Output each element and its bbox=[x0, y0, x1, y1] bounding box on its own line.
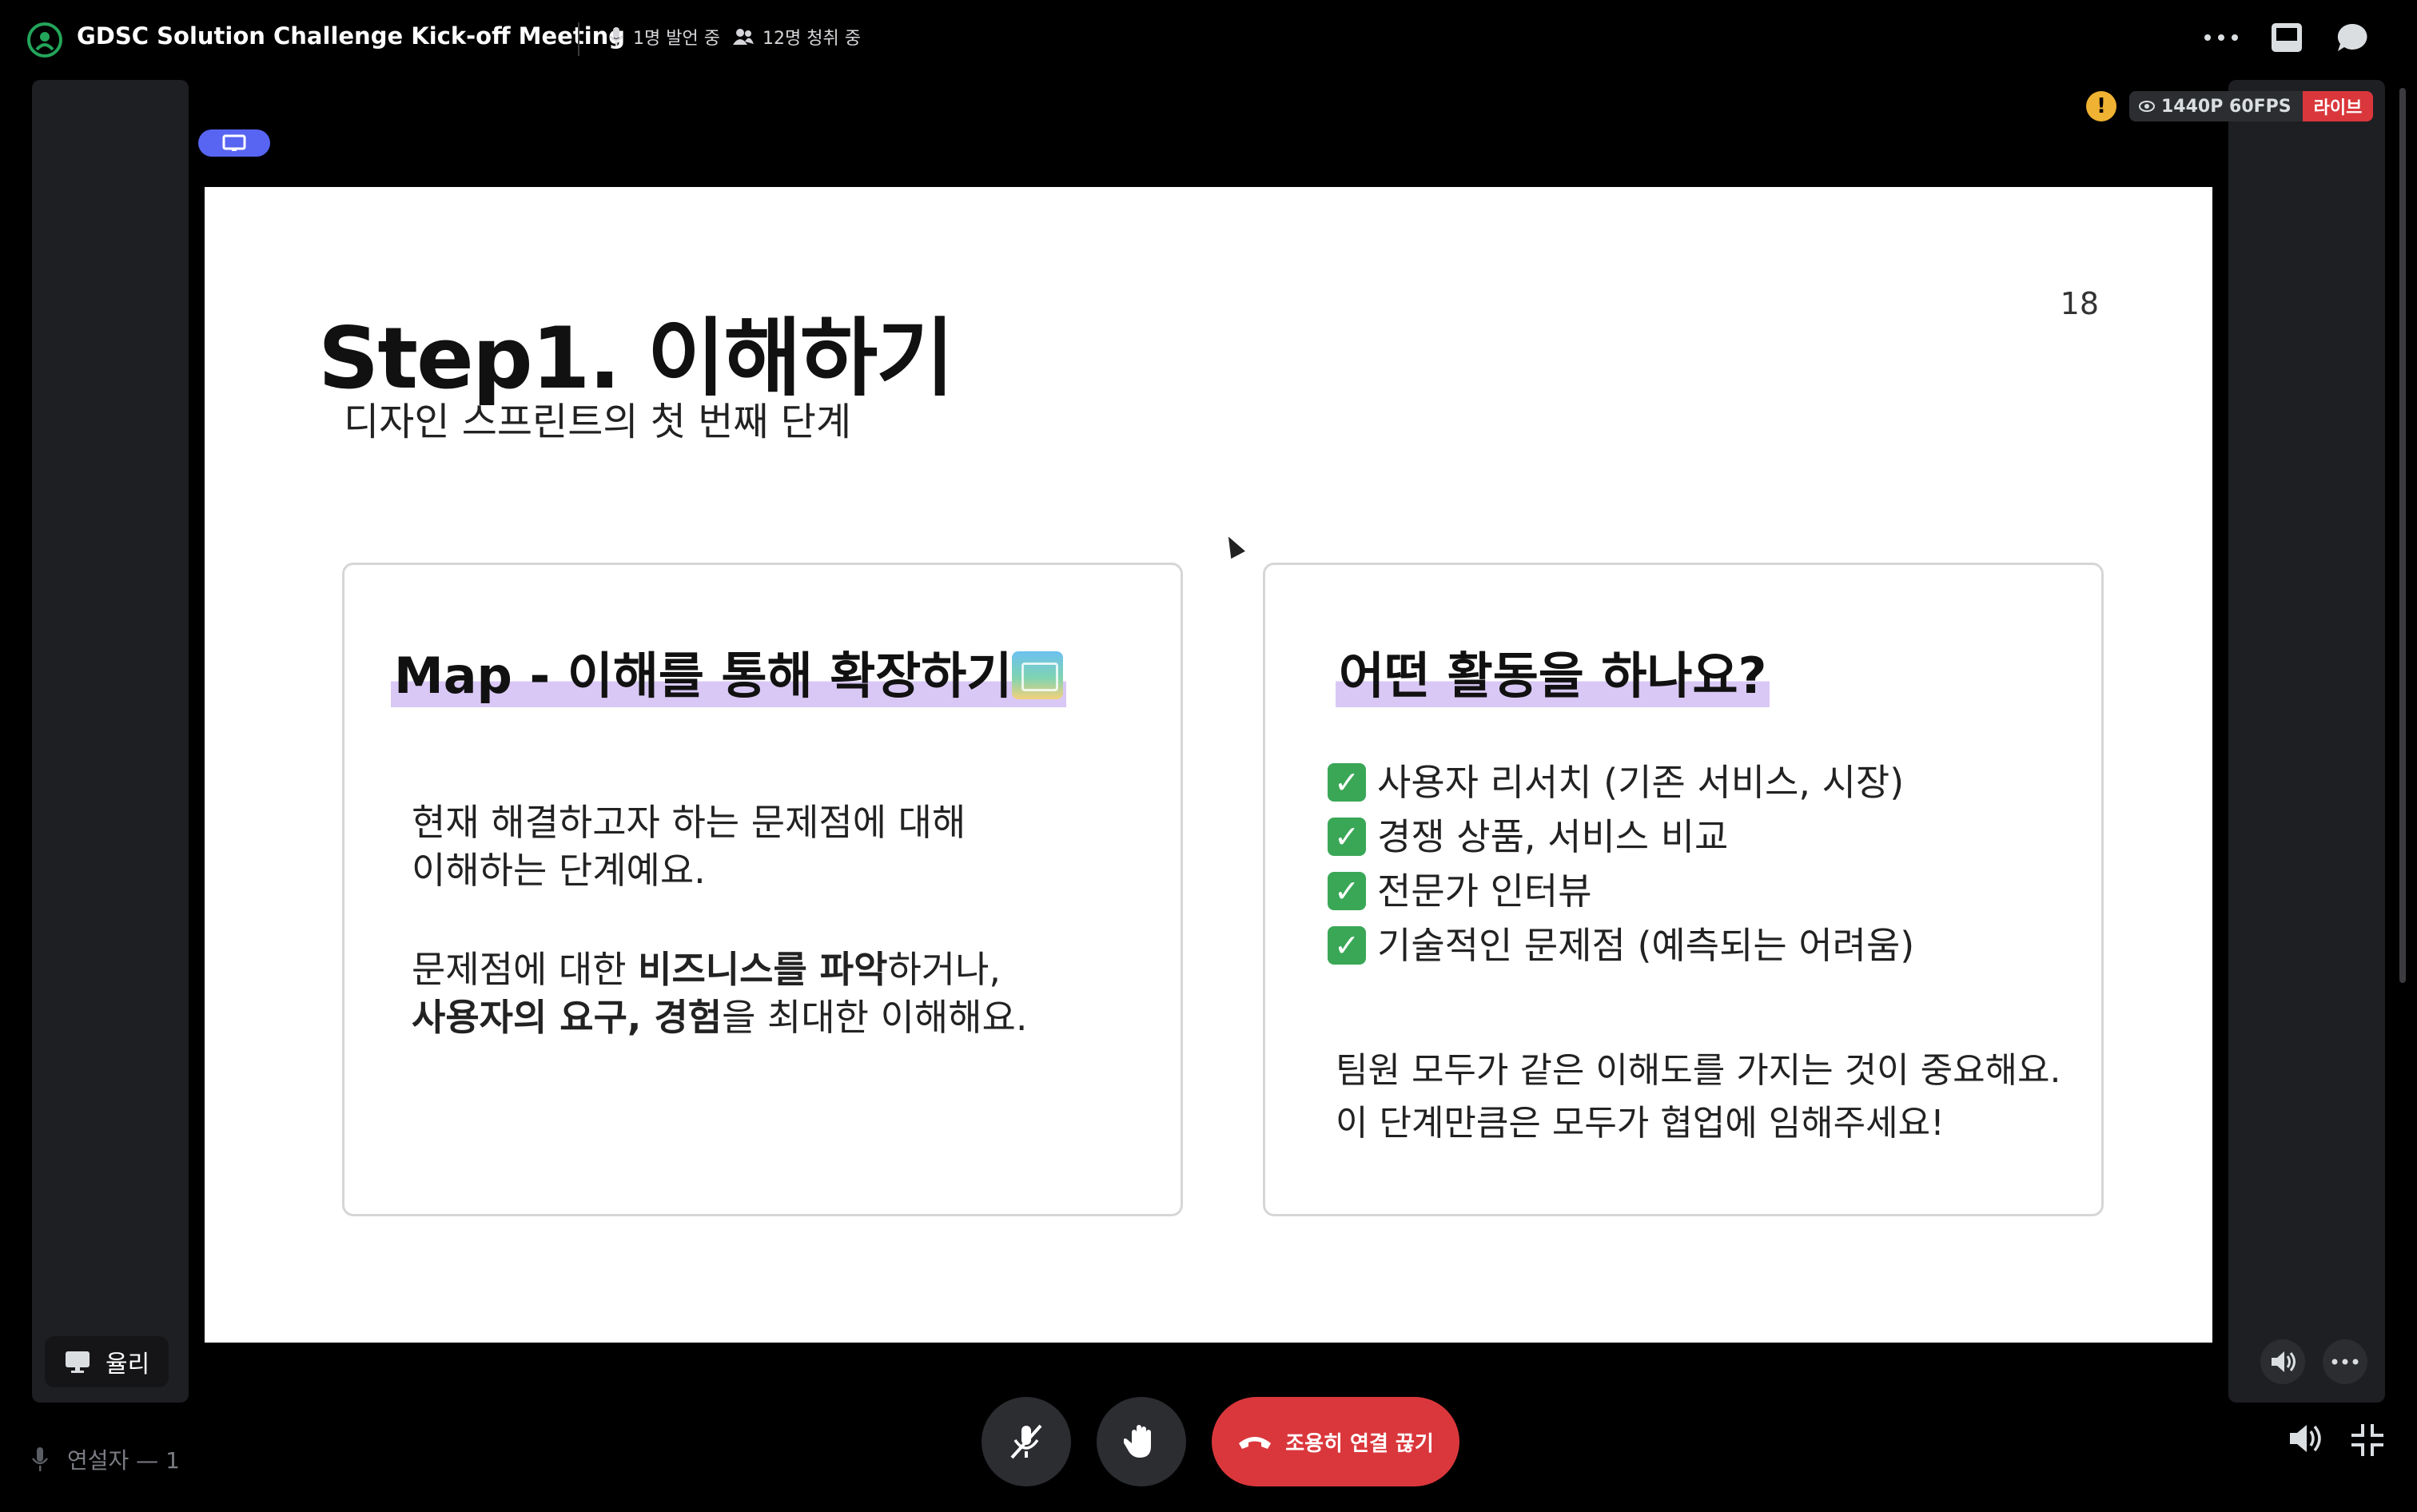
screen-share-icon bbox=[222, 134, 246, 151]
top-bar: GDSC Solution Challenge Kick-off Meeting… bbox=[0, 0, 2417, 77]
check-mark-icon: ✓ bbox=[1328, 763, 1366, 802]
listener-count-label: 12명 청취 중 bbox=[763, 29, 861, 49]
leave-quietly-button[interactable]: 조용히 연결 끊기 bbox=[1212, 1397, 1459, 1486]
mic-icon bbox=[32, 1447, 48, 1471]
leave-quietly-label: 조용히 연결 끊기 bbox=[1285, 1431, 1434, 1456]
exit-fullscreen-icon[interactable] bbox=[2350, 1422, 2385, 1458]
activities-card: 어떤 활동을 하나요? ✓ 사용자 리서치 (기존 서비스, 시장) ✓ 경쟁 상품… bbox=[1263, 563, 2104, 1216]
checklist-item-text: 전문가 인터뷰 bbox=[1377, 869, 1592, 913]
checklist-item: ✓ 기술적인 문제점 (예측되는 어려움) bbox=[1328, 918, 1914, 973]
checklist-item: ✓ 경쟁 상품, 서비스 비교 bbox=[1328, 810, 1914, 864]
mic-icon bbox=[609, 27, 623, 46]
checklist-item-text: 기술적인 문제점 (예측되는 어려움) bbox=[1377, 924, 1915, 967]
mouse-cursor-icon bbox=[1221, 532, 1245, 559]
speakers-label: 연설자 — 1 bbox=[67, 1447, 180, 1474]
volume-icon bbox=[2272, 1351, 2296, 1372]
speaker-count-label: 1명 발언 중 bbox=[633, 29, 720, 49]
p2-text-a: 문제점에 대한 bbox=[412, 948, 639, 991]
activities-note: 팀원 모두가 같은 이해도를 가지는 것이 중요해요. 이 단계만큼은 모두가 … bbox=[1336, 1044, 2061, 1150]
p2-bold-user: 사용자의 요구, 경험 bbox=[412, 996, 723, 1039]
topbar-divider bbox=[578, 22, 579, 56]
channel-title: GDSC Solution Challenge Kick-off Meeting bbox=[77, 22, 626, 50]
p2-text-c: 하거나, bbox=[887, 948, 1001, 991]
inbox-icon[interactable] bbox=[2268, 19, 2305, 56]
map-card: Map - 이해를 통해 확장하기 현재 해결하고자 하는 문제점에 대해 이해… bbox=[342, 563, 1183, 1216]
chat-icon[interactable] bbox=[2334, 19, 2371, 56]
map-card-heading-text: Map - 이해를 통해 확장하기 bbox=[394, 647, 1013, 705]
warning-icon[interactable]: ! bbox=[2086, 91, 2116, 121]
map-card-paragraph-2: 문제점에 대한 비즈니스를 파악하거나, 사용자의 요구, 경험을 최대한 이해… bbox=[412, 945, 1028, 1041]
listener-count: 12명 청취 중 bbox=[732, 24, 861, 50]
check-mark-icon: ✓ bbox=[1328, 872, 1366, 910]
more-icon bbox=[2331, 1359, 2359, 1365]
presenter-name: 율리 bbox=[106, 1351, 150, 1379]
map-card-p1-line1: 현재 해결하고자 하는 문제점에 대해 bbox=[412, 801, 966, 844]
quality-text: 1440P 60FPS bbox=[2161, 96, 2292, 117]
check-mark-icon: ✓ bbox=[1328, 818, 1366, 856]
eye-icon bbox=[2139, 101, 2155, 112]
quality-label: 1440P 60FPS bbox=[2129, 91, 2303, 121]
map-card-p2-line2: 사용자의 요구, 경험을 최대한 이해해요. bbox=[412, 993, 1028, 1041]
hang-up-icon bbox=[1239, 1437, 1272, 1449]
stream-volume-button[interactable] bbox=[2260, 1339, 2305, 1384]
participant-tile-left bbox=[32, 80, 189, 1403]
mute-toggle-button[interactable] bbox=[982, 1397, 1071, 1486]
raise-hand-button[interactable] bbox=[1097, 1397, 1186, 1486]
slide-page-number: 18 bbox=[2060, 286, 2099, 321]
check-mark-icon: ✓ bbox=[1328, 926, 1366, 965]
presenter-name-tag: 율리 bbox=[45, 1336, 169, 1387]
stream-quality-badge: 1440P 60FPS 라이브 bbox=[2129, 91, 2374, 121]
checklist-item-text: 경쟁 상품, 서비스 비교 bbox=[1377, 815, 1729, 858]
topbar-actions bbox=[2203, 19, 2371, 56]
stream-more-button[interactable] bbox=[2323, 1339, 2367, 1384]
presentation-slide: Step1. 이해하기 디자인 스프린트의 첫 번째 단계 18 Map - 이… bbox=[205, 187, 2212, 1343]
p2-bold-business: 비즈니스를 파악 bbox=[638, 948, 888, 991]
activities-note-line2: 이 단계만큼은 모두가 협업에 임해주세요! bbox=[1336, 1103, 1945, 1144]
volume-icon[interactable] bbox=[2288, 1422, 2323, 1454]
more-icon[interactable] bbox=[2203, 19, 2240, 56]
checklist-item: ✓ 전문가 인터뷰 bbox=[1328, 864, 1914, 918]
map-card-heading: Map - 이해를 통해 확장하기 bbox=[391, 635, 1067, 707]
map-card-p2-line1: 문제점에 대한 비즈니스를 파악하거나, bbox=[412, 945, 1028, 993]
checklist-item-text: 사용자 리서치 (기존 서비스, 시장) bbox=[1377, 761, 1905, 804]
hand-icon bbox=[1124, 1425, 1151, 1458]
speaker-count: 1명 발언 중 bbox=[607, 24, 720, 50]
activities-card-heading: 어떤 활동을 하나요? bbox=[1336, 635, 1770, 707]
screen-icon bbox=[66, 1351, 90, 1373]
slide-subtitle: 디자인 스프린트의 첫 번째 단계 bbox=[344, 400, 852, 444]
bottom-right-controls bbox=[2288, 1422, 2385, 1458]
p2-text-end: 을 최대한 이해해요. bbox=[722, 996, 1028, 1039]
screen-share-badge bbox=[198, 129, 270, 157]
participant-tile-right bbox=[2228, 80, 2385, 1403]
activities-checklist: ✓ 사용자 리서치 (기존 서비스, 시장) ✓ 경쟁 상품, 서비스 비교 ✓ 전문… bbox=[1328, 755, 1914, 973]
speakers-section: 연설자 — 1 bbox=[30, 1443, 180, 1475]
live-badge: 라이브 bbox=[2302, 91, 2374, 121]
activities-note-line1: 팀원 모두가 같은 이해도를 가지는 것이 중요해요. bbox=[1336, 1050, 2061, 1091]
listeners-icon bbox=[733, 29, 754, 45]
checklist-item: ✓ 사용자 리서치 (기존 서비스, 시장) bbox=[1328, 755, 1914, 810]
stage-icon bbox=[27, 22, 62, 58]
map-card-p1-line2: 이해하는 단계예요. bbox=[412, 849, 706, 892]
muted-mic-icon bbox=[1010, 1424, 1042, 1459]
map-icon bbox=[1012, 651, 1064, 699]
scrollbar[interactable] bbox=[2399, 88, 2406, 983]
map-card-paragraph-1: 현재 해결하고자 하는 문제점에 대해 이해하는 단계예요. bbox=[412, 798, 966, 894]
